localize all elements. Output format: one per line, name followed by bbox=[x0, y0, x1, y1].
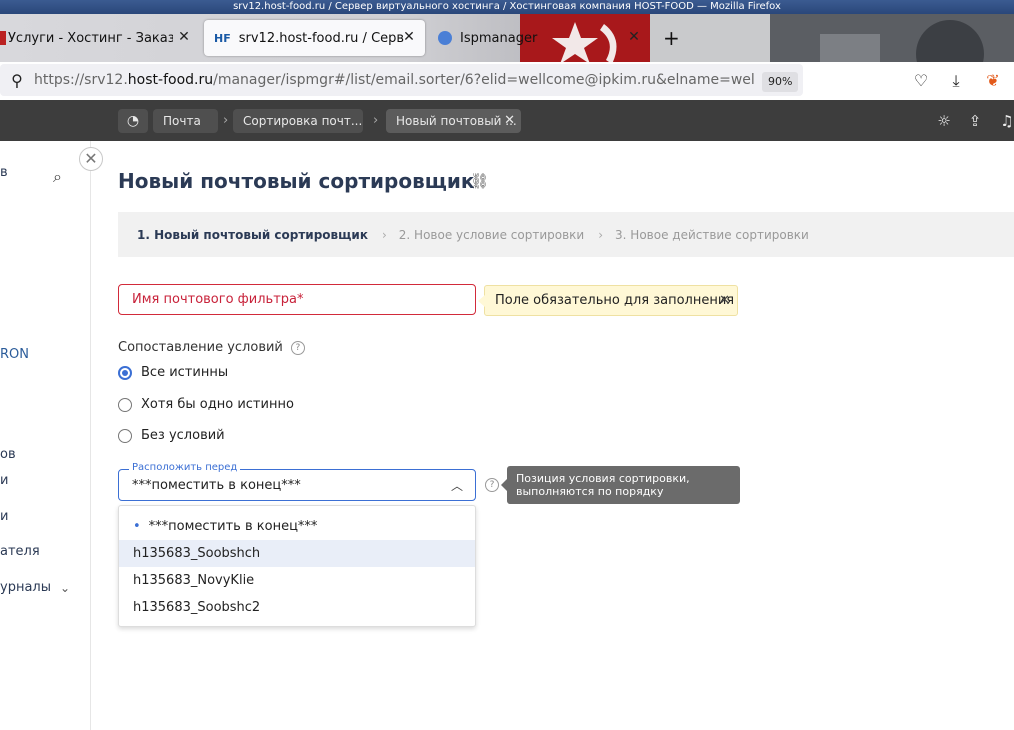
breadcrumb-mail[interactable]: Почта bbox=[153, 109, 218, 133]
step-3: 3. Новое действие сортировки bbox=[615, 227, 809, 242]
page-title: Новый почтовый сортировщик bbox=[118, 169, 475, 193]
radio-label: Все истинны bbox=[141, 365, 229, 380]
ispmanager-favicon-icon bbox=[438, 31, 452, 45]
close-icon[interactable]: ✕ bbox=[626, 29, 642, 45]
dashboard-icon[interactable]: ◔ bbox=[118, 109, 148, 133]
sidebar-item[interactable]: урналы bbox=[0, 580, 51, 595]
position-select-legend: Расположить перед bbox=[129, 462, 241, 473]
dropdown-option[interactable]: ***поместить в конец*** bbox=[119, 513, 475, 540]
app-toolbar: ◔ Почта › Сортировка почт... › Новый поч… bbox=[0, 100, 1014, 141]
close-icon[interactable]: ✕ bbox=[79, 147, 103, 171]
tab-label: Ispmanager bbox=[460, 30, 538, 46]
tooltip-text: Поле обязательно для заполнения bbox=[495, 293, 735, 308]
conditions-label-text: Сопоставление условий bbox=[118, 340, 283, 355]
radio-dot bbox=[118, 428, 132, 443]
radio-dot bbox=[118, 365, 132, 380]
tab-ispmanager[interactable]: Ispmanager ✕ bbox=[432, 20, 650, 56]
position-dropdown: ***поместить в конец*** h135683_Soobshch… bbox=[118, 505, 476, 627]
help-icon[interactable]: ? bbox=[485, 478, 499, 492]
tab-label: Услуги - Хостинг - Заказы bbox=[8, 30, 173, 46]
dropdown-option[interactable]: h135683_Soobshc2 bbox=[119, 594, 475, 621]
position-tooltip: Позиция условия сортировки, выполняются … bbox=[501, 466, 740, 504]
search-icon[interactable]: ⌕ bbox=[53, 167, 62, 187]
filter-name-input[interactable]: Имя почтового фильтра* bbox=[118, 284, 476, 315]
radio-all-true[interactable]: Все истинны bbox=[118, 365, 228, 380]
breadcrumb-sorter[interactable]: Сортировка почт... bbox=[233, 109, 363, 133]
zoom-indicator[interactable]: 90% bbox=[762, 72, 799, 92]
step-1: 1. Новый почтовый сортировщик bbox=[137, 227, 368, 242]
wizard-steps: 1. Новый почтовый сортировщик › 2. Новое… bbox=[118, 212, 1014, 257]
close-icon[interactable]: ✕ bbox=[176, 29, 192, 45]
chevron-right-icon: › bbox=[598, 227, 604, 242]
sidebar-item[interactable]: в bbox=[0, 165, 8, 180]
pocket-icon[interactable]: ♡ bbox=[910, 70, 932, 92]
chevron-right-icon: › bbox=[373, 113, 379, 128]
chevron-right-icon: › bbox=[381, 227, 387, 242]
dropdown-option[interactable]: h135683_NovyKlie bbox=[119, 567, 475, 594]
close-icon[interactable]: ✕ bbox=[401, 29, 417, 45]
bell-icon[interactable]: ♫ bbox=[996, 110, 1014, 132]
tab-strip: Услуги - Хостинг - Заказы ✕ HF srv12.hos… bbox=[0, 14, 1014, 62]
chevron-up-icon[interactable]: ︿ bbox=[451, 477, 463, 494]
sidebar-item[interactable]: ов bbox=[0, 447, 16, 462]
sun-icon[interactable]: ☼ bbox=[933, 110, 955, 132]
radio-no-conditions[interactable]: Без условий bbox=[118, 428, 225, 443]
help-icon[interactable]: ? bbox=[290, 341, 305, 355]
position-select[interactable]: Расположить перед ***поместить в конец**… bbox=[118, 462, 476, 501]
sidebar-item[interactable]: ателя bbox=[0, 544, 40, 559]
fox-extension-icon[interactable]: ❦ bbox=[982, 70, 1004, 92]
close-icon[interactable]: ✕ bbox=[504, 109, 515, 133]
tab-services[interactable]: Услуги - Хостинг - Заказы ✕ bbox=[0, 20, 200, 56]
window-title: srv12.host-food.ru / Сервер виртуального… bbox=[0, 0, 1014, 14]
breadcrumb-label: Новый почтовый ... bbox=[396, 114, 517, 128]
radio-label: Хотя бы одно истинно bbox=[141, 397, 294, 412]
download-icon[interactable]: ⤓ bbox=[945, 70, 967, 92]
url-field[interactable]: ⚲ https://srv12.host-food.ru/manager/isp… bbox=[0, 64, 803, 96]
hf-favicon-icon: HF bbox=[214, 31, 231, 45]
breadcrumb-new-sorter[interactable]: Новый почтовый ... ✕ bbox=[386, 109, 521, 133]
radio-any-true[interactable]: Хотя бы одно истинно bbox=[118, 397, 294, 412]
tab-active-server[interactable]: HF srv12.host-food.ru / Сервер ✕ bbox=[204, 20, 425, 56]
step-2: 2. Новое условие сортировки bbox=[398, 227, 585, 242]
radio-dot bbox=[118, 397, 132, 412]
new-tab-icon[interactable]: + bbox=[663, 28, 680, 48]
search-icon: ⚲ bbox=[11, 70, 23, 90]
sidebar-item[interactable]: и bbox=[0, 473, 8, 488]
close-icon[interactable]: ✕ bbox=[719, 286, 730, 315]
conditions-label: Сопоставление условий? bbox=[118, 340, 305, 355]
navigation-bar: ⚲ https://srv12.host-food.ru/manager/isp… bbox=[0, 62, 1014, 100]
url-text: https://srv12.host-food.ru/manager/ispmg… bbox=[34, 72, 756, 88]
sidebar-item[interactable]: RON bbox=[0, 347, 29, 362]
tab-favicon bbox=[0, 31, 6, 45]
radio-label: Без условий bbox=[141, 428, 225, 443]
sidebar: в ⌕ RON ов и и ателя урналы ⌄ bbox=[0, 141, 91, 730]
upload-icon[interactable]: ⇪ bbox=[964, 110, 986, 132]
chevron-right-icon: › bbox=[223, 113, 229, 128]
sidebar-item[interactable]: и bbox=[0, 509, 8, 524]
chevron-down-icon[interactable]: ⌄ bbox=[60, 581, 70, 595]
dropdown-option[interactable]: h135683_Soobshch bbox=[119, 540, 475, 567]
tab-label: srv12.host-food.ru / Сервер bbox=[238, 30, 404, 46]
link-icon[interactable]: ⛓ bbox=[470, 172, 489, 190]
required-field-tooltip: Поле обязательно для заполнения ✕ bbox=[478, 285, 738, 316]
position-select-value: ***поместить в конец*** bbox=[132, 478, 301, 493]
